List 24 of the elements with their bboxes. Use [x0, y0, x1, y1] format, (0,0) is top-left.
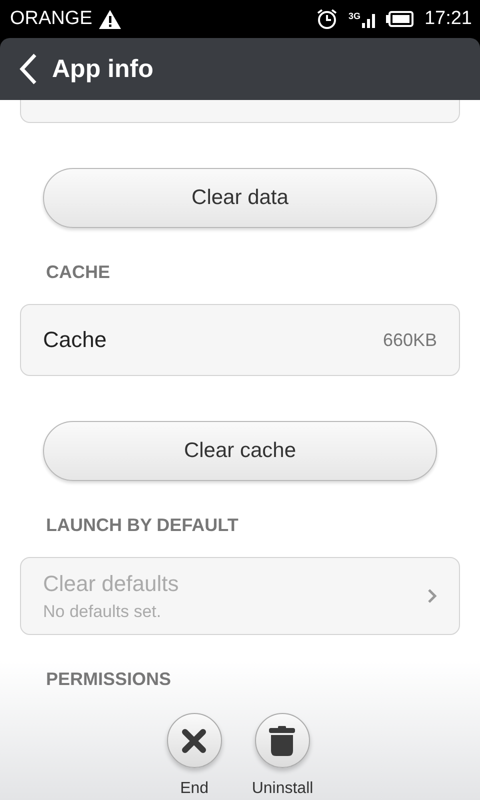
uninstall-button[interactable]	[254, 713, 310, 768]
row-label: Cache	[43, 327, 107, 353]
action-label: End	[180, 780, 209, 798]
clock-time: 17:21	[424, 8, 472, 30]
row-label: Clear defaults	[43, 570, 179, 596]
warning-icon	[98, 8, 122, 30]
clear-button[interactable]: Clear data	[43, 168, 437, 228]
section-header: PERMISSIONS	[46, 669, 172, 689]
section-header: CACHE	[46, 262, 112, 282]
close-icon	[181, 728, 208, 754]
section-header: LAUNCH BY DEFAULT	[46, 515, 240, 535]
chevron-icon	[427, 588, 437, 604]
carrier-name: ORANGE	[10, 8, 92, 30]
alarm-icon	[316, 8, 338, 30]
end-button[interactable]	[166, 713, 222, 768]
battery-icon	[386, 11, 414, 27]
trash-icon	[268, 726, 296, 756]
row-value: 660KB	[382, 330, 437, 350]
back-icon[interactable]	[18, 53, 38, 85]
action-label: Uninstall	[252, 780, 314, 798]
row-subtitle: No defaults set.	[43, 602, 162, 622]
screen-title: App info	[52, 54, 154, 84]
network-type: 3G	[348, 11, 360, 21]
clear-button[interactable]: Clear cache	[43, 421, 437, 481]
